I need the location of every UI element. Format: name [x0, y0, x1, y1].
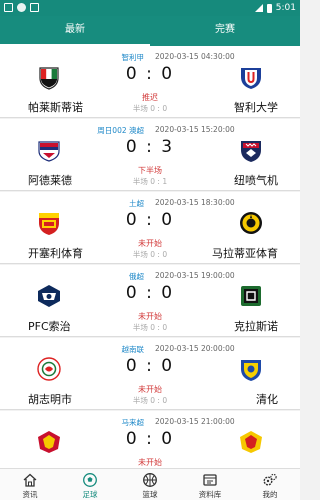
league-name: 土超 — [129, 199, 144, 208]
away-team: 清化 — [256, 393, 278, 406]
gears-icon — [263, 473, 277, 486]
notification-icons — [4, 3, 39, 12]
database-icon — [203, 474, 217, 486]
league-name: 周日002 澳超 — [97, 126, 144, 135]
selangor-crest-icon — [240, 431, 262, 453]
nav-football-label: 足球 — [82, 490, 98, 499]
away-team: 马拉蒂亚体育 — [212, 247, 278, 260]
tab-bar: 最新 完赛 — [0, 16, 300, 46]
match-card[interactable]: 土超 2020-03-15 18:30:00 0 : 0 未开始 半场 0 : … — [0, 192, 300, 264]
match-time: 2020-03-15 04:30:00 — [155, 52, 235, 61]
match-card[interactable]: 周日002 澳超 2020-03-15 15:20:00 0 : 3 下半场 半… — [0, 119, 300, 191]
match-time: 2020-03-15 20:00:00 — [155, 344, 235, 353]
status-bar: 5:01 — [0, 0, 300, 16]
away-team: 克拉斯诺 — [234, 320, 278, 333]
league-name: 智利甲 — [121, 53, 145, 62]
home-team: 帕莱斯蒂诺 — [28, 101, 83, 114]
signal-icon — [254, 4, 263, 12]
thanh-hoa-crest-icon — [241, 360, 261, 381]
home-team: 阿德莱德 — [28, 174, 72, 187]
nav-basketball[interactable]: 篮球 — [120, 469, 180, 500]
home-team: PFC索治 — [28, 320, 71, 333]
league-name: 马来超 — [121, 418, 145, 427]
match-time: 2020-03-15 18:30:00 — [155, 198, 235, 207]
tab-finished[interactable]: 完赛 — [150, 16, 300, 46]
bottom-navigation: 资讯 足球 篮球 资料库 我的 — [0, 468, 300, 500]
notification-icon — [4, 3, 13, 12]
match-list[interactable]: 智利甲 2020-03-15 04:30:00 0 : 0 推迟 半场 0 : … — [0, 46, 300, 468]
notification-icon — [17, 3, 26, 12]
nav-basketball-label: 篮球 — [142, 490, 158, 499]
nav-football[interactable]: 足球 — [60, 469, 120, 500]
newcastle-jets-crest-icon — [241, 141, 261, 162]
status-time: 5:01 — [275, 3, 296, 13]
nav-database[interactable]: 资料库 — [180, 469, 240, 500]
home-icon — [23, 473, 37, 487]
match-time: 2020-03-15 21:00:00 — [155, 417, 235, 426]
match-card[interactable]: 俄超 2020-03-15 19:00:00 0 : 0 未开始 半场 0 : … — [0, 265, 300, 337]
away-team: 智利大学 — [234, 101, 278, 114]
match-card[interactable]: 越南联 2020-03-15 20:00:00 0 : 0 未开始 半场 0 :… — [0, 338, 300, 410]
tab-latest[interactable]: 最新 — [0, 16, 150, 46]
basketball-icon — [143, 473, 157, 487]
home-team: 开塞利体育 — [28, 247, 83, 260]
battery-icon — [266, 3, 272, 13]
nav-profile-label: 我的 — [262, 490, 278, 499]
system-icons: 5:01 — [254, 3, 296, 13]
match-status: 未开始 — [138, 458, 162, 467]
nav-news-label: 资讯 — [22, 490, 38, 499]
soccer-ball-icon — [83, 473, 97, 487]
nav-profile[interactable]: 我的 — [240, 469, 300, 500]
match-card[interactable]: 智利甲 2020-03-15 04:30:00 0 : 0 推迟 半场 0 : … — [0, 46, 300, 118]
match-card[interactable]: 马来超 2020-03-15 21:00:00 0 : 0 未开始 — [0, 411, 300, 468]
yeni-malatyaspor-crest-icon — [240, 212, 262, 234]
krasnodar-crest-icon — [241, 286, 261, 306]
league-name: 俄超 — [129, 272, 144, 281]
nav-database-label: 资料库 — [198, 490, 222, 499]
match-time: 2020-03-15 15:20:00 — [155, 125, 235, 134]
away-team: 纽喷气机 — [234, 174, 278, 187]
universidad-de-chile-crest-icon — [241, 68, 261, 89]
nav-news[interactable]: 资讯 — [0, 469, 60, 500]
league-name: 越南联 — [121, 345, 145, 354]
home-team: 胡志明市 — [28, 393, 72, 406]
notification-icon — [30, 3, 39, 12]
match-time: 2020-03-15 19:00:00 — [155, 271, 235, 280]
